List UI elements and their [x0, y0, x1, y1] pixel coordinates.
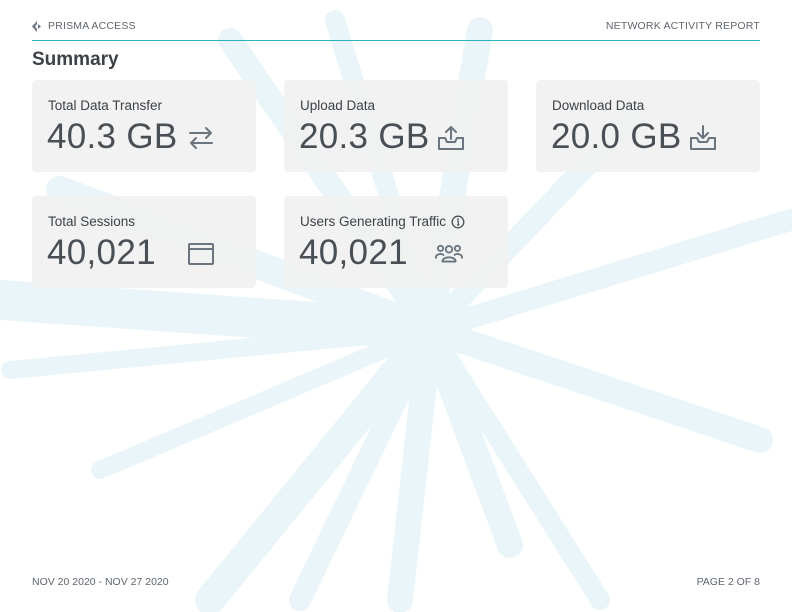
download-tray-icon [690, 125, 716, 150]
browser-window-icon [188, 243, 214, 265]
upload-data-card: Upload Data 20.3 GB [284, 80, 508, 172]
card-label: Upload Data [300, 98, 376, 113]
prisma-logo-icon [32, 20, 41, 32]
report-title: NETWORK ACTIVITY REPORT [605, 20, 760, 32]
total-sessions-card: Total Sessions 40,021 [32, 196, 256, 288]
date-range: NOV 20 2020 - NOV 27 2020 [32, 576, 169, 588]
report-header: PRISMA ACCESS NETWORK ACTIVITY REPORT [32, 20, 760, 41]
users-generating-traffic-card: Users Generating Traffic 40,021 [284, 196, 508, 288]
card-label: Download Data [552, 98, 645, 113]
section-title: Summary [32, 49, 119, 70]
info-icon[interactable] [451, 215, 465, 229]
brand: PRISMA ACCESS [32, 20, 136, 32]
download-data-card: Download Data 20.0 GB [536, 80, 760, 172]
page-number: PAGE 2 OF 8 [696, 576, 760, 588]
card-value: 20.3 GB [299, 117, 430, 156]
upload-tray-icon [438, 126, 464, 150]
card-value: 40.3 GB [47, 117, 178, 156]
card-value: 20.0 GB [551, 117, 682, 156]
card-label: Users Generating Traffic [300, 214, 465, 229]
card-label: Total Sessions [48, 214, 136, 229]
users-group-icon [434, 244, 464, 263]
brand-name: PRISMA ACCESS [48, 20, 136, 32]
total-data-transfer-card: Total Data Transfer 40.3 GB [32, 80, 256, 172]
card-value: 40,021 [47, 233, 156, 272]
card-value: 40,021 [299, 233, 408, 272]
transfer-arrows-icon [189, 127, 213, 149]
card-label: Total Data Transfer [48, 98, 163, 113]
card-label-text: Users Generating Traffic [300, 214, 447, 229]
